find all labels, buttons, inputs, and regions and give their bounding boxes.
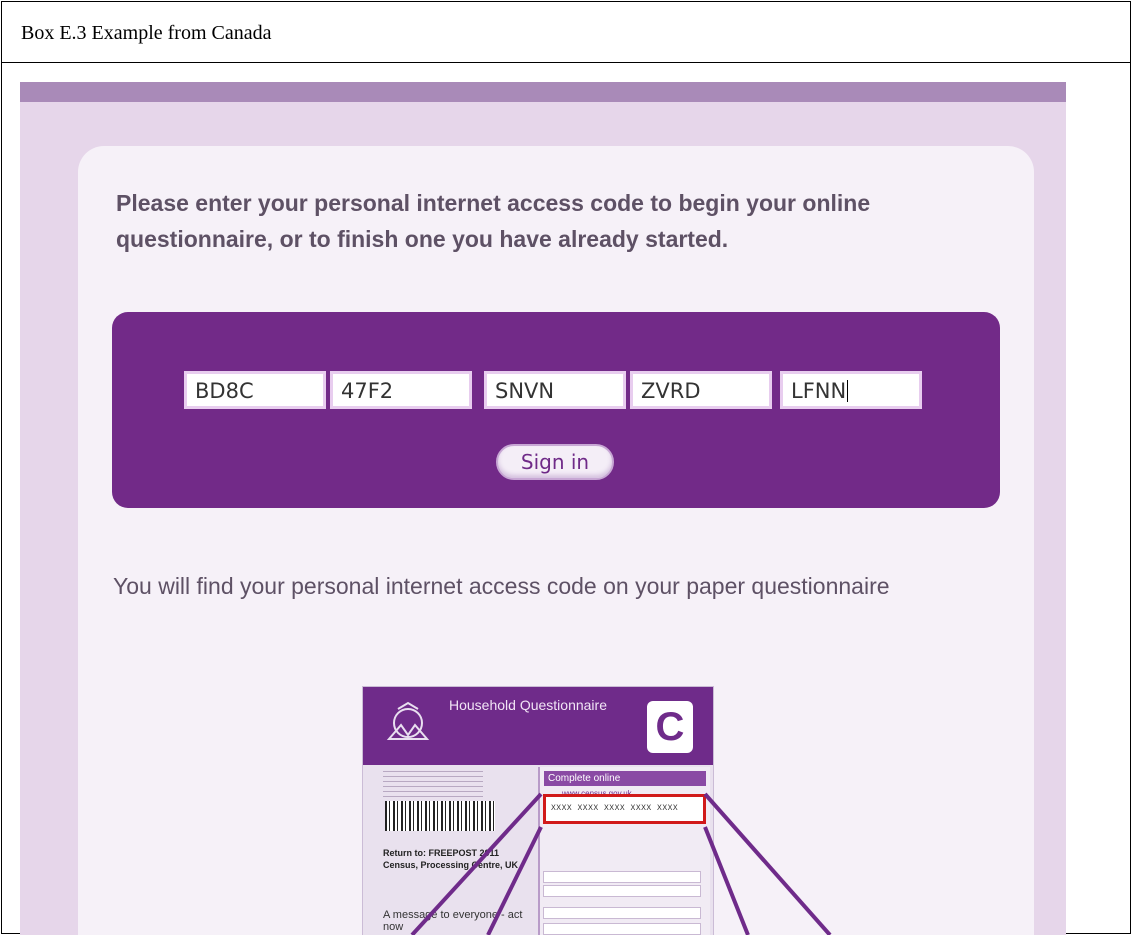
example-box: Box E.3 Example from Canada Please enter… [1, 1, 1131, 935]
callout-lines [410, 792, 832, 935]
screenshot-panel: Please enter your personal internet acce… [20, 82, 1066, 935]
box-caption: Box E.3 Example from Canada [21, 22, 272, 44]
caption-row: Box E.3 Example from Canada [2, 2, 1130, 63]
